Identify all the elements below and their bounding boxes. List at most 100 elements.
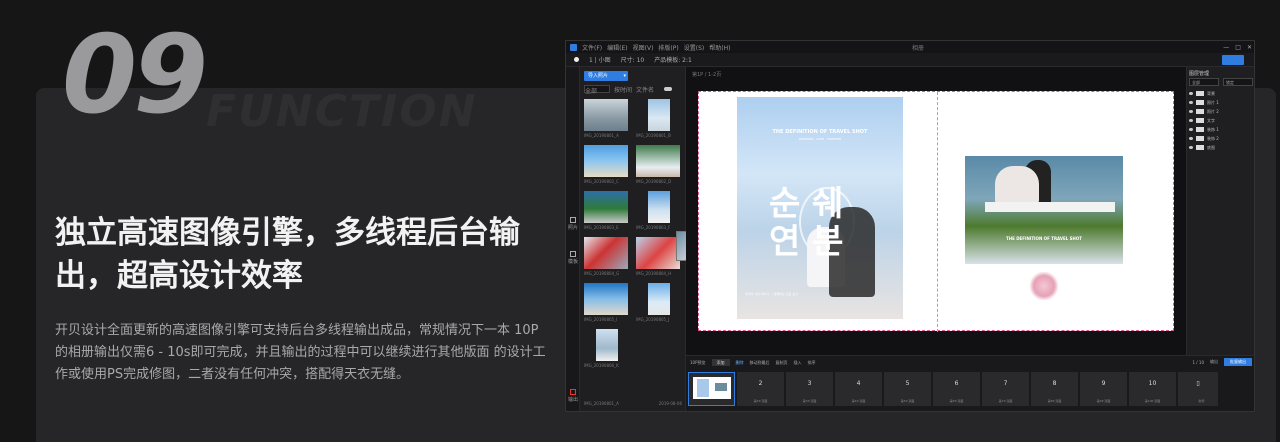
left-page-photo[interactable]: THE DEFINITION OF TRAVEL SHOT WEDDING · …	[737, 97, 903, 319]
app-screenshot: 文件(F) 编辑(E) 视图(V) 排版(P) 设置(S) 帮助(H) 相册 —…	[565, 40, 1255, 412]
preview-select[interactable]: 10P预览	[690, 360, 706, 366]
page-thumb[interactable]: 2 第2P·双面	[737, 372, 784, 406]
add-page-tile[interactable]: ▯ 新增	[1178, 372, 1218, 406]
photo-thumb[interactable]: IMG_20190802_C	[584, 145, 630, 187]
add-file-icon: ▯	[1196, 380, 1200, 387]
record-icon[interactable]	[574, 57, 579, 62]
import-photos-button[interactable]: 导入照片 ▾	[584, 71, 628, 81]
delete-page-button[interactable]: 删除	[736, 360, 744, 366]
feature-number: 09	[62, 13, 208, 138]
eye-icon[interactable]	[1189, 128, 1193, 131]
page-counter: 1 / 10	[1192, 359, 1204, 365]
insert-page-button[interactable]: 插入	[794, 360, 802, 366]
layer-item[interactable]: 照片 2	[1189, 107, 1254, 116]
menu-help[interactable]: 帮助(H)	[709, 43, 730, 52]
feature-headline: 独立高速图像引擎，多线程后台输出，超高设计效率	[55, 215, 520, 294]
layers-panel: 图层管理 全部 锁定 背景 照片 1 照片 2 文字 装饰 1 装饰 2 底图	[1186, 67, 1254, 355]
photo-thumb[interactable]: IMG_20190805_I	[584, 283, 630, 325]
page-thumb[interactable]: 7 第7P·双面	[982, 372, 1029, 406]
layers-filter-select[interactable]: 全部	[1189, 78, 1219, 86]
photo-thumb[interactable]: IMG_20190803_F	[636, 191, 682, 233]
spread-fold-line	[937, 92, 938, 332]
rail-item-templates[interactable]: 模板	[568, 251, 578, 265]
library-footer: IMG_20190801_A 2019-08-06	[584, 401, 682, 406]
feature-slide: 09 FUNCTION 独立高速图像引擎，多线程后台输出，超高设计效率 开贝设计…	[0, 0, 1280, 442]
output-icon	[570, 389, 576, 395]
table-shape	[985, 202, 1115, 212]
layers-lock-select[interactable]: 锁定	[1223, 78, 1253, 86]
photo-thumb[interactable]: IMG_20190804_G	[584, 237, 630, 279]
output-button[interactable]: 输出	[1210, 359, 1218, 365]
close-icon[interactable]: ✕	[1247, 44, 1252, 51]
page-thumb[interactable]: 6 第6P·双面	[933, 372, 980, 406]
page-toolbar: 10P预览 添加 删除 移动到最后 复制页 插入 排序	[690, 358, 816, 367]
eye-icon[interactable]	[1189, 137, 1193, 140]
photo-thumb[interactable]: IMG_20190801_B	[636, 99, 682, 141]
page-thumb[interactable]: 8 第8P·双面	[1031, 372, 1078, 406]
photo-library: 导入照片 ▾ 全部 按时间 文件名 IMG_20190801_A IMG_2019…	[580, 67, 686, 411]
layer-item[interactable]: 文字	[1189, 116, 1254, 125]
layer-item[interactable]: 照片 1	[1189, 98, 1254, 107]
eye-icon[interactable]	[1189, 119, 1193, 122]
sort-by-name[interactable]: 文件名	[636, 85, 654, 94]
album-spread[interactable]: THE DEFINITION OF TRAVEL SHOT WEDDING · …	[698, 91, 1174, 332]
design-canvas: 第1P / 1-2页 THE DEFINITION OF TRAVEL SHOT…	[686, 67, 1186, 355]
library-filter: 全部 按时间 文件名	[584, 85, 682, 95]
move-last-button[interactable]: 移动到最后	[750, 360, 770, 366]
layer-item[interactable]: 底图	[1189, 143, 1254, 152]
layer-list: 背景 照片 1 照片 2 文字 装饰 1 装饰 2 底图	[1189, 89, 1254, 152]
eye-icon[interactable]	[1189, 101, 1193, 104]
rail-item-output[interactable]: 输出	[568, 389, 578, 403]
rail-item-photos[interactable]: 照片	[568, 217, 578, 231]
layer-item[interactable]: 装饰 1	[1189, 125, 1254, 134]
page-thumbnails: 2 第2P·双面 3 第3P·双面 4 第4P·双面 5 第5P·双面 6 第6P·双面 …	[688, 372, 1218, 406]
eye-icon[interactable]	[1189, 110, 1193, 113]
feature-watermark: FUNCTION	[206, 86, 478, 137]
korean-title: 순 쉐 연 분	[769, 184, 844, 262]
page-thumb-1[interactable]	[688, 372, 735, 406]
photo-thumb[interactable]: IMG_20190806_K	[584, 329, 630, 371]
toolbar-template[interactable]: 产品模板: 2:1	[654, 55, 692, 64]
sort-pages-button[interactable]: 排序	[808, 360, 816, 366]
photo-thumb[interactable]: IMG_20190805_J	[636, 283, 682, 325]
layer-item[interactable]: 装饰 2	[1189, 134, 1254, 143]
toolbar: 1 | 小图 尺寸: 10 产品模板: 2:1	[566, 53, 1254, 67]
photo-thumb[interactable]: IMG_20190803_E	[584, 191, 630, 233]
toolbar-primary-button[interactable]	[1222, 55, 1244, 65]
photo-thumb[interactable]: IMG_20190801_A	[584, 99, 630, 141]
window-controls: — □ ✕	[1223, 44, 1252, 51]
eye-icon[interactable]	[1189, 92, 1193, 95]
page-thumb[interactable]: 5 第5P·双面	[884, 372, 931, 406]
menu-file[interactable]: 文件(F)	[582, 43, 602, 52]
minimize-icon[interactable]: —	[1223, 44, 1229, 51]
menu-edit[interactable]: 编辑(E)	[607, 43, 627, 52]
page-strip-panel: 10P预览 添加 删除 移动到最后 复制页 插入 排序 1 / 10 输出 批量…	[686, 355, 1254, 411]
page-thumb[interactable]: 4 第4P·双面	[835, 372, 882, 406]
maximize-icon[interactable]: □	[1235, 44, 1241, 51]
add-page-button[interactable]: 添加	[711, 359, 730, 366]
batch-export-button[interactable]: 批量输出	[1224, 358, 1252, 366]
menu-view[interactable]: 视图(V)	[633, 43, 654, 52]
duplicate-page-button[interactable]: 复制页	[776, 360, 788, 366]
layer-item[interactable]: 背景	[1189, 89, 1254, 98]
template-icon	[570, 251, 576, 257]
library-toggle[interactable]	[664, 87, 673, 91]
toolbar-size[interactable]: 尺寸: 10	[621, 55, 645, 64]
eye-icon[interactable]	[1189, 146, 1193, 149]
bouquet-decoration[interactable]	[1029, 272, 1059, 300]
page-thumb[interactable]: 3 第3P·双面	[786, 372, 833, 406]
sort-by-time[interactable]: 按时间	[614, 85, 632, 94]
menu-layout[interactable]: 排版(P)	[658, 43, 678, 52]
page-thumb[interactable]: 10 第10P·双面	[1129, 372, 1176, 406]
menu-settings[interactable]: 设置(S)	[684, 43, 705, 52]
page-thumb[interactable]: 9 第9P·双面	[1080, 372, 1127, 406]
filter-select[interactable]: 全部	[584, 85, 610, 95]
toolbar-view[interactable]: 1 | 小图	[589, 55, 611, 64]
menu-bar: 文件(F) 编辑(E) 视图(V) 排版(P) 设置(S) 帮助(H) 相册 —…	[566, 41, 1254, 53]
feature-description: 开贝设计全面更新的高速图像引擎可支持后台多线程输出成品，常规情况下一本 10P的…	[55, 323, 546, 382]
window-title: 相册	[912, 44, 925, 52]
right-page-photo[interactable]: THE DEFINITION OF TRAVEL SHOT	[965, 156, 1123, 264]
photo-thumb[interactable]: IMG_20190802_D	[636, 145, 682, 187]
app-logo-icon	[570, 43, 577, 51]
sidebar-rail: 照片 模板 输出	[566, 67, 580, 411]
